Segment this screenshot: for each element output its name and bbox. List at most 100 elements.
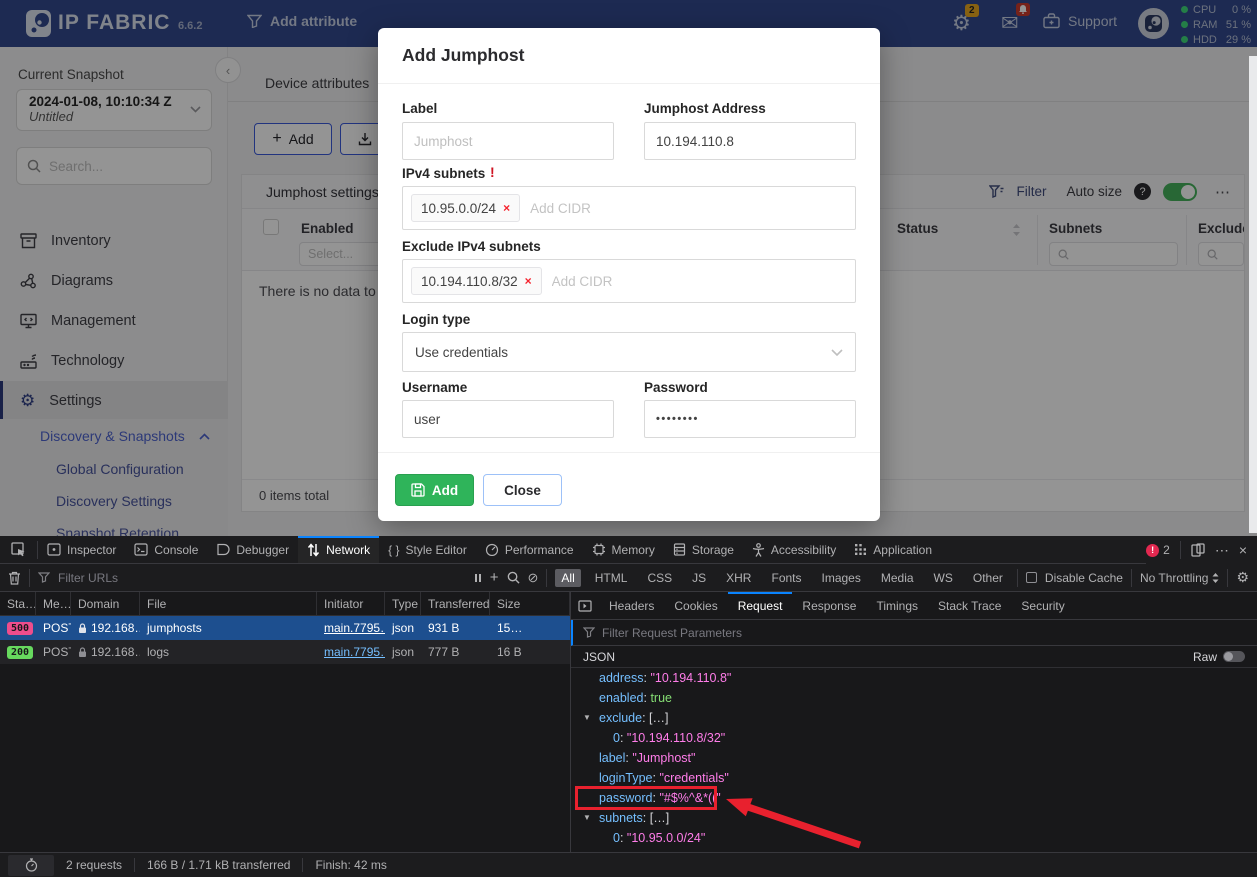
filter-type-xhr[interactable]: XHR	[720, 569, 757, 587]
json-value: "credentials"	[659, 771, 728, 785]
error-count: 2	[1163, 543, 1170, 557]
raw-toggle[interactable]	[1223, 651, 1245, 662]
json-row-label[interactable]: label: "Jumphost"	[571, 748, 1257, 768]
block-icon[interactable]: ⊘	[528, 570, 539, 586]
column-transferred[interactable]: Transferred	[421, 592, 490, 616]
tab-memory[interactable]: Memory	[583, 536, 664, 563]
details-tab-timings[interactable]: Timings	[866, 592, 928, 619]
throttling-select[interactable]: No Throttling	[1140, 571, 1219, 585]
network-settings-gear-icon[interactable]: ⚙	[1236, 569, 1249, 586]
devtools-menu-icon[interactable]: ⋯	[1215, 542, 1229, 559]
subnets-add-cidr-input[interactable]	[530, 201, 650, 216]
json-row-subnets[interactable]: ▼ subnets: […]	[571, 808, 1257, 828]
json-row-exclude-0[interactable]: 0: "10.194.110.8/32"	[571, 728, 1257, 748]
json-value: "Jumphost"	[632, 751, 695, 765]
details-tab-response[interactable]: Response	[792, 592, 866, 619]
twisty-expanded-icon[interactable]: ▼	[583, 813, 591, 822]
tab-console[interactable]: Console	[125, 536, 207, 563]
add-button[interactable]: Add	[395, 474, 474, 506]
jumphost-address-input[interactable]	[644, 122, 856, 160]
json-row-address[interactable]: address: "10.194.110.8"	[571, 668, 1257, 688]
size-cell: 16 B	[490, 645, 570, 659]
separator	[29, 569, 30, 587]
split-panel-icon[interactable]	[571, 592, 599, 619]
filter-request-parameters-input[interactable]	[602, 626, 1247, 640]
initiator-link[interactable]: main.7795…	[324, 621, 385, 635]
tab-inspector[interactable]: Inspector	[38, 536, 125, 563]
modal-footer-divider	[378, 452, 880, 453]
column-domain[interactable]: Domain	[71, 592, 140, 616]
add-request-icon[interactable]: +	[490, 569, 499, 586]
tab-storage[interactable]: Storage	[664, 536, 743, 563]
twisty-expanded-icon[interactable]: ▼	[583, 713, 591, 722]
column-method[interactable]: Me…	[36, 592, 71, 616]
column-type[interactable]: Type	[385, 592, 421, 616]
request-row-jumphosts[interactable]: 500 POST 192.168… jumphosts main.7795… j…	[0, 616, 570, 640]
filter-urls-input[interactable]	[58, 571, 466, 585]
throttling-value: No Throttling	[1140, 571, 1208, 585]
separator	[1017, 569, 1018, 587]
details-tab-stack-trace[interactable]: Stack Trace	[928, 592, 1011, 619]
remove-tag-icon[interactable]: ×	[503, 201, 510, 215]
tab-application[interactable]: Application	[845, 536, 941, 563]
tab-network[interactable]: Network	[298, 536, 379, 563]
login-type-select[interactable]: Use credentials	[402, 332, 856, 372]
tab-label: Network	[326, 543, 370, 557]
json-row-password[interactable]: password: "#$%^&*(("	[571, 788, 1257, 808]
tab-debugger[interactable]: Debugger	[207, 536, 298, 563]
error-count-button[interactable]: ! 2	[1146, 543, 1170, 557]
pause-icon[interactable]	[474, 573, 482, 583]
initiator-link[interactable]: main.7795…	[324, 645, 385, 659]
json-key: enabled	[599, 691, 644, 705]
json-row-enabled[interactable]: enabled: true	[571, 688, 1257, 708]
password-input[interactable]	[644, 400, 856, 438]
details-tab-security[interactable]: Security	[1011, 592, 1074, 619]
column-file[interactable]: File	[140, 592, 317, 616]
login-type-label: Login type	[402, 312, 470, 327]
raw-toggle-knob	[1224, 652, 1233, 661]
lock-icon	[78, 623, 87, 634]
json-row-subnets-0[interactable]: 0: "10.95.0.0/24"	[571, 828, 1257, 848]
filter-type-images[interactable]: Images	[816, 569, 867, 587]
username-input[interactable]	[402, 400, 614, 438]
column-size[interactable]: Size	[490, 592, 570, 616]
search-icon[interactable]	[507, 571, 520, 584]
clear-requests-icon[interactable]	[8, 571, 21, 585]
request-row-logs[interactable]: 200 POST 192.168… logs main.7795… json 7…	[0, 640, 570, 664]
json-row-exclude[interactable]: ▼ exclude: […]	[571, 708, 1257, 728]
password-label: Password	[644, 380, 708, 395]
details-tab-request[interactable]: Request	[728, 592, 793, 619]
column-initiator[interactable]: Initiator	[317, 592, 385, 616]
filter-type-ws[interactable]: WS	[928, 569, 959, 587]
file-cell: jumphosts	[140, 621, 317, 635]
disable-cache-checkbox[interactable]	[1026, 572, 1037, 583]
filter-type-other[interactable]: Other	[967, 569, 1009, 587]
details-tab-headers[interactable]: Headers	[599, 592, 664, 619]
json-row-logintype[interactable]: loginType: "credentials"	[571, 768, 1257, 788]
filter-type-html[interactable]: HTML	[589, 569, 634, 587]
tab-accessibility[interactable]: Accessibility	[743, 536, 845, 563]
exclude-add-cidr-input[interactable]	[552, 274, 672, 289]
devtools-close-icon[interactable]: ×	[1239, 542, 1247, 558]
label-input[interactable]	[402, 122, 614, 160]
performance-analysis-button[interactable]	[8, 855, 54, 876]
close-button[interactable]: Close	[483, 474, 562, 506]
domain-cell: 192.168…	[71, 645, 140, 659]
filter-type-fonts[interactable]: Fonts	[765, 569, 807, 587]
filter-type-all[interactable]: All	[555, 569, 580, 587]
filter-type-css[interactable]: CSS	[641, 569, 678, 587]
tab-performance[interactable]: Performance	[476, 536, 583, 563]
details-tab-cookies[interactable]: Cookies	[664, 592, 727, 619]
address-field-label: Jumphost Address	[644, 101, 766, 116]
responsive-design-icon[interactable]	[1191, 543, 1205, 557]
remove-tag-icon[interactable]: ×	[525, 274, 532, 288]
filter-funnel-icon	[583, 627, 595, 638]
column-status[interactable]: Sta…	[0, 592, 36, 616]
page-scrollbar[interactable]	[1249, 56, 1257, 533]
filter-type-media[interactable]: Media	[875, 569, 920, 587]
subnets-tag-input[interactable]: 10.95.0.0/24 ×	[402, 186, 856, 230]
filter-type-js[interactable]: JS	[686, 569, 712, 587]
exclude-tag-input[interactable]: 10.194.110.8/32 ×	[402, 259, 856, 303]
pick-element-button[interactable]	[0, 536, 37, 563]
tab-style-editor[interactable]: { } Style Editor	[379, 536, 476, 563]
